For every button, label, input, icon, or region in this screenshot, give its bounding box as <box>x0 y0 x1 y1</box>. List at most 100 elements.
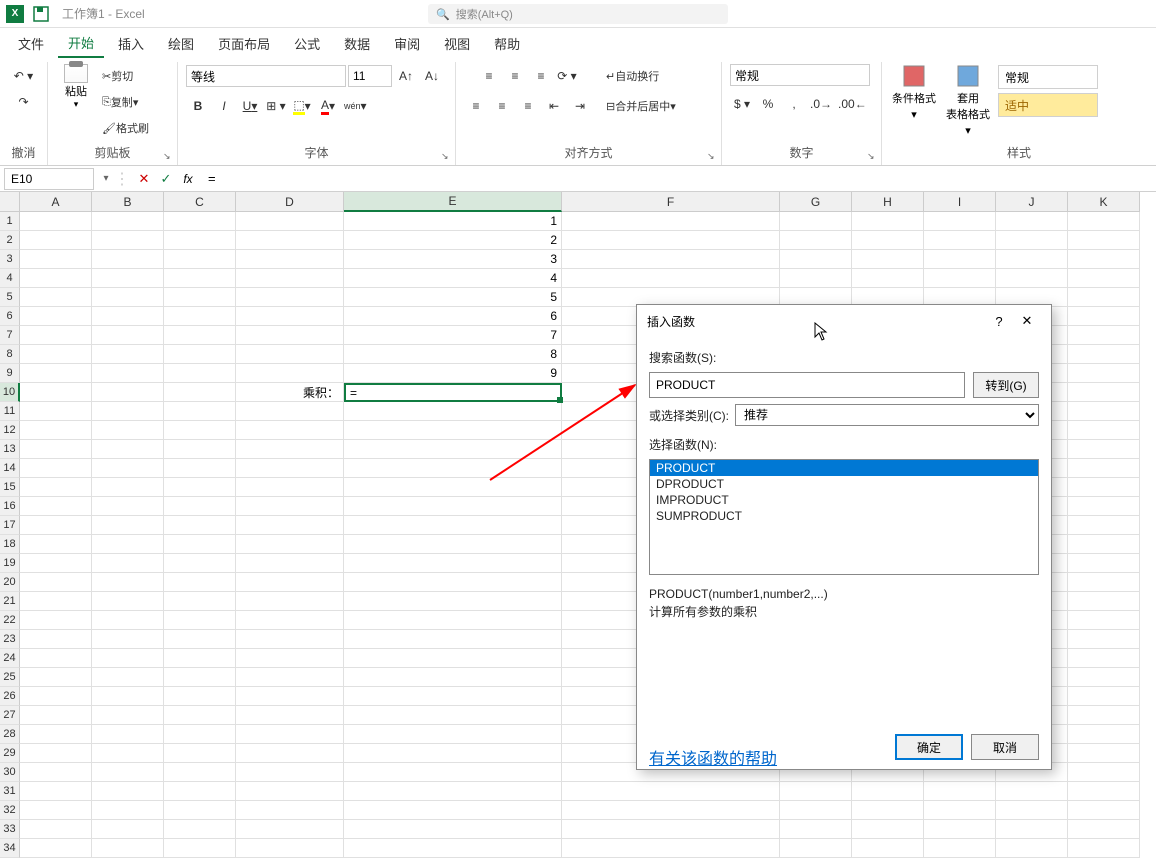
cell-D7[interactable] <box>236 326 344 345</box>
font-name-select[interactable] <box>186 65 346 87</box>
cell-F1[interactable] <box>562 212 780 231</box>
row-header-4[interactable]: 4 <box>0 269 20 288</box>
cell-A13[interactable] <box>20 440 92 459</box>
cell-A17[interactable] <box>20 516 92 535</box>
cell-C6[interactable] <box>164 307 236 326</box>
cell-D34[interactable] <box>236 839 344 858</box>
col-header-K[interactable]: K <box>1068 192 1140 212</box>
cell-A8[interactable] <box>20 345 92 364</box>
row-header-12[interactable]: 12 <box>0 421 20 440</box>
cell-I1[interactable] <box>924 212 996 231</box>
cell-K9[interactable] <box>1068 364 1140 383</box>
cell-B15[interactable] <box>92 478 164 497</box>
cell-C26[interactable] <box>164 687 236 706</box>
cell-E16[interactable] <box>344 497 562 516</box>
cell-K19[interactable] <box>1068 554 1140 573</box>
cell-K21[interactable] <box>1068 592 1140 611</box>
cell-A4[interactable] <box>20 269 92 288</box>
cell-E26[interactable] <box>344 687 562 706</box>
cell-D8[interactable] <box>236 345 344 364</box>
cell-H31[interactable] <box>852 782 924 801</box>
wrap-text-button[interactable]: ↵ 自动换行 <box>604 64 661 88</box>
cell-F31[interactable] <box>562 782 780 801</box>
row-header-32[interactable]: 32 <box>0 801 20 820</box>
cell-D21[interactable] <box>236 592 344 611</box>
cell-A28[interactable] <box>20 725 92 744</box>
cell-D15[interactable] <box>236 478 344 497</box>
cell-K25[interactable] <box>1068 668 1140 687</box>
row-header-13[interactable]: 13 <box>0 440 20 459</box>
cell-B20[interactable] <box>92 573 164 592</box>
cell-E34[interactable] <box>344 839 562 858</box>
cell-D29[interactable] <box>236 744 344 763</box>
cell-A2[interactable] <box>20 231 92 250</box>
decrease-font-button[interactable]: A↓ <box>420 64 444 88</box>
row-header-16[interactable]: 16 <box>0 497 20 516</box>
cell-B10[interactable] <box>92 383 164 402</box>
cell-E6[interactable]: 6 <box>344 307 562 326</box>
cell-A21[interactable] <box>20 592 92 611</box>
comma-button[interactable]: , <box>782 92 806 116</box>
col-header-G[interactable]: G <box>780 192 852 212</box>
cell-B13[interactable] <box>92 440 164 459</box>
cell-C17[interactable] <box>164 516 236 535</box>
font-dialog-launcher[interactable]: ↘ <box>441 151 453 163</box>
cell-E28[interactable] <box>344 725 562 744</box>
cell-I2[interactable] <box>924 231 996 250</box>
decrease-indent-button[interactable]: ⇤ <box>542 94 566 118</box>
percent-button[interactable]: % <box>756 92 780 116</box>
row-header-15[interactable]: 15 <box>0 478 20 497</box>
formula-cancel-button[interactable]: ✕ <box>134 169 154 189</box>
cell-H2[interactable] <box>852 231 924 250</box>
cell-E14[interactable] <box>344 459 562 478</box>
cell-E2[interactable]: 2 <box>344 231 562 250</box>
cell-E13[interactable] <box>344 440 562 459</box>
col-header-C[interactable]: C <box>164 192 236 212</box>
cell-D20[interactable] <box>236 573 344 592</box>
insert-function-button[interactable]: fx <box>178 169 198 189</box>
cell-D1[interactable] <box>236 212 344 231</box>
cell-B4[interactable] <box>92 269 164 288</box>
cell-E25[interactable] <box>344 668 562 687</box>
cell-K13[interactable] <box>1068 440 1140 459</box>
cell-K12[interactable] <box>1068 421 1140 440</box>
fn-item-SUMPRODUCT[interactable]: SUMPRODUCT <box>650 508 1038 524</box>
cell-G3[interactable] <box>780 250 852 269</box>
cell-A25[interactable] <box>20 668 92 687</box>
cell-B3[interactable] <box>92 250 164 269</box>
cell-B11[interactable] <box>92 402 164 421</box>
cell-E4[interactable]: 4 <box>344 269 562 288</box>
cell-A19[interactable] <box>20 554 92 573</box>
cell-D27[interactable] <box>236 706 344 725</box>
cell-D25[interactable] <box>236 668 344 687</box>
cell-B27[interactable] <box>92 706 164 725</box>
cell-K3[interactable] <box>1068 250 1140 269</box>
fill-color-button[interactable]: ⬚ ▾ <box>290 94 314 118</box>
cell-K6[interactable] <box>1068 307 1140 326</box>
bold-button[interactable]: B <box>186 94 210 118</box>
cell-J2[interactable] <box>996 231 1068 250</box>
col-header-A[interactable]: A <box>20 192 92 212</box>
row-header-24[interactable]: 24 <box>0 649 20 668</box>
cell-A30[interactable] <box>20 763 92 782</box>
number-format-select[interactable] <box>730 64 870 86</box>
ok-button[interactable]: 确定 <box>895 734 963 760</box>
col-header-I[interactable]: I <box>924 192 996 212</box>
cell-E18[interactable] <box>344 535 562 554</box>
cell-D12[interactable] <box>236 421 344 440</box>
cell-J1[interactable] <box>996 212 1068 231</box>
row-header-31[interactable]: 31 <box>0 782 20 801</box>
tab-插入[interactable]: 插入 <box>108 30 154 57</box>
cell-style-neutral[interactable]: 适中 <box>998 93 1098 117</box>
cell-G34[interactable] <box>780 839 852 858</box>
cell-G2[interactable] <box>780 231 852 250</box>
row-header-3[interactable]: 3 <box>0 250 20 269</box>
undo-button[interactable]: ↶ ▾ <box>12 64 36 88</box>
cell-C1[interactable] <box>164 212 236 231</box>
copy-button[interactable]: ⎘ 复制 ▾ <box>100 90 140 114</box>
cell-H3[interactable] <box>852 250 924 269</box>
cell-A34[interactable] <box>20 839 92 858</box>
cell-K20[interactable] <box>1068 573 1140 592</box>
cell-K33[interactable] <box>1068 820 1140 839</box>
cell-D32[interactable] <box>236 801 344 820</box>
